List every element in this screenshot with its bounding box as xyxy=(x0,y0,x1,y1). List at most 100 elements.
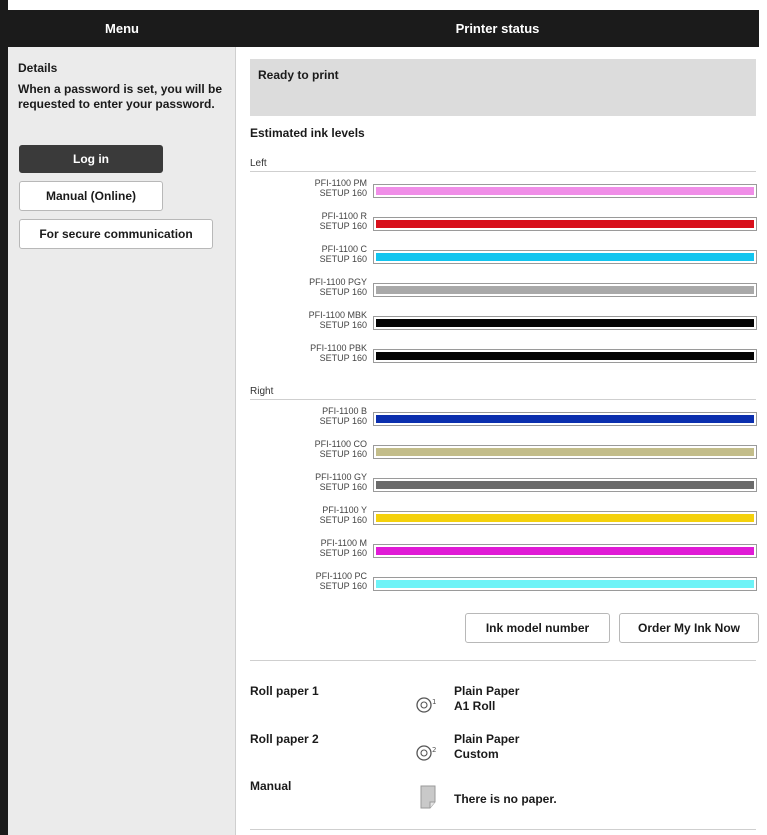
ink-model-number-button[interactable]: Ink model number xyxy=(465,613,610,643)
ink-level-bar xyxy=(373,445,757,459)
menu-title: Menu xyxy=(105,21,139,36)
ink-cartridge-label: PFI-1100 M SETUP 160 xyxy=(250,538,367,558)
svg-text:1: 1 xyxy=(432,698,436,706)
ink-level-fill xyxy=(376,580,754,588)
manual-online-button[interactable]: Manual (Online) xyxy=(19,181,163,211)
ink-row: PFI-1100 MBK SETUP 160 xyxy=(250,309,757,339)
ink-model: PFI-1100 CO xyxy=(314,439,367,449)
ink-level-fill xyxy=(376,187,754,195)
right-group-label: Right xyxy=(250,386,274,397)
ink-level-fill xyxy=(376,415,754,423)
ink-row: PFI-1100 PM SETUP 160 xyxy=(250,177,757,207)
window-edge xyxy=(0,0,8,835)
ink-setup: SETUP 160 xyxy=(319,188,367,198)
ink-row: PFI-1100 R SETUP 160 xyxy=(250,210,757,240)
ink-level-fill xyxy=(376,481,754,489)
roll-paper-1-icon: 1 xyxy=(416,697,436,713)
ink-level-bar xyxy=(373,184,757,198)
printer-status-title: Printer status xyxy=(455,21,540,36)
ink-row: PFI-1100 PGY SETUP 160 xyxy=(250,276,757,306)
ink-level-bar xyxy=(373,544,757,558)
ink-row: PFI-1100 GY SETUP 160 xyxy=(250,471,757,501)
ink-level-bar xyxy=(373,478,757,492)
svg-text:2: 2 xyxy=(432,746,436,754)
ink-level-bar xyxy=(373,412,757,426)
sheet-paper-icon xyxy=(420,785,436,809)
ink-cartridge-label: PFI-1100 MBK SETUP 160 xyxy=(250,310,367,330)
roll-paper-1-type: Plain Paper xyxy=(454,684,520,698)
roll-paper-2-media: Plain Paper Custom xyxy=(454,732,519,762)
ink-level-bar xyxy=(373,217,757,231)
ink-level-bar xyxy=(373,316,757,330)
ink-setup: SETUP 160 xyxy=(319,320,367,330)
ink-level-bar xyxy=(373,349,757,363)
status-message: Ready to print xyxy=(258,68,339,82)
ink-setup: SETUP 160 xyxy=(319,515,367,525)
ink-setup: SETUP 160 xyxy=(319,482,367,492)
ink-cartridge-label: PFI-1100 PBK SETUP 160 xyxy=(250,343,367,363)
ink-model: PFI-1100 R xyxy=(321,211,367,221)
secure-communication-button[interactable]: For secure communication xyxy=(19,219,213,249)
right-group-divider xyxy=(250,399,756,400)
order-ink-button[interactable]: Order My Ink Now xyxy=(619,613,759,643)
status-message-box: Ready to print xyxy=(250,59,756,116)
bottom-divider xyxy=(250,829,756,830)
ink-cartridge-label: PFI-1100 GY SETUP 160 xyxy=(250,472,367,492)
ink-model: PFI-1100 MBK xyxy=(308,310,367,320)
ink-level-fill xyxy=(376,352,754,360)
ink-model: PFI-1100 PGY xyxy=(309,277,367,287)
roll-paper-2-label: Roll paper 2 xyxy=(250,732,319,746)
ink-level-fill xyxy=(376,448,754,456)
ink-level-bar xyxy=(373,577,757,591)
ink-cartridge-label: PFI-1100 R SETUP 160 xyxy=(250,211,367,231)
ink-setup: SETUP 160 xyxy=(319,581,367,591)
ink-level-bar xyxy=(373,283,757,297)
printer-status-panel: Ready to print Estimated ink levels Left… xyxy=(236,47,759,835)
roll-paper-2-icon: 2 xyxy=(416,745,436,761)
ink-row: PFI-1100 PC SETUP 160 xyxy=(250,570,757,600)
ink-model: PFI-1100 M xyxy=(320,538,367,548)
ink-model: PFI-1100 GY xyxy=(315,472,367,482)
ink-cartridge-label: PFI-1100 B SETUP 160 xyxy=(250,406,367,426)
paper-section-divider xyxy=(250,660,756,661)
ink-model: PFI-1100 Y xyxy=(322,505,367,515)
ink-setup: SETUP 160 xyxy=(319,221,367,231)
ink-model: PFI-1100 PM xyxy=(314,178,367,188)
sidebar: Details When a password is set, you will… xyxy=(8,47,236,835)
roll-paper-1-label: Roll paper 1 xyxy=(250,684,319,698)
ink-model: PFI-1100 B xyxy=(322,406,367,416)
ink-level-bar xyxy=(373,511,757,525)
ink-cartridge-label: PFI-1100 PM SETUP 160 xyxy=(250,178,367,198)
ink-level-fill xyxy=(376,319,754,327)
details-heading: Details xyxy=(18,61,58,75)
ink-cartridge-label: PFI-1100 CO SETUP 160 xyxy=(250,439,367,459)
left-group-label: Left xyxy=(250,158,267,169)
ink-level-fill xyxy=(376,547,754,555)
ink-cartridge-label: PFI-1100 PGY SETUP 160 xyxy=(250,277,367,297)
ink-row: PFI-1100 C SETUP 160 xyxy=(250,243,757,273)
roll-paper-1-size: A1 Roll xyxy=(454,699,496,713)
ink-cartridge-label: PFI-1100 C SETUP 160 xyxy=(250,244,367,264)
ink-model: PFI-1100 PC xyxy=(315,571,367,581)
ink-level-fill xyxy=(376,253,754,261)
ink-row: PFI-1100 M SETUP 160 xyxy=(250,537,757,567)
password-note: When a password is set, you will be requ… xyxy=(18,82,223,111)
ink-cartridge-label: PFI-1100 Y SETUP 160 xyxy=(250,505,367,525)
roll-paper-1-media: Plain Paper A1 Roll xyxy=(454,684,519,714)
left-group-divider xyxy=(250,171,756,172)
ink-level-bar xyxy=(373,250,757,264)
ink-setup: SETUP 160 xyxy=(319,254,367,264)
ink-row: PFI-1100 Y SETUP 160 xyxy=(250,504,757,534)
ink-setup: SETUP 160 xyxy=(319,449,367,459)
manual-feed-status: There is no paper. xyxy=(454,792,557,806)
ink-levels-title: Estimated ink levels xyxy=(250,126,365,140)
login-button[interactable]: Log in xyxy=(19,145,163,173)
ink-level-fill xyxy=(376,220,754,228)
ink-level-fill xyxy=(376,514,754,522)
roll-paper-2-size: Custom xyxy=(454,747,499,761)
ink-setup: SETUP 160 xyxy=(319,548,367,558)
ink-row: PFI-1100 B SETUP 160 xyxy=(250,405,757,435)
ink-setup: SETUP 160 xyxy=(319,353,367,363)
manual-feed-label: Manual xyxy=(250,779,292,793)
ink-model: PFI-1100 PBK xyxy=(310,343,367,353)
